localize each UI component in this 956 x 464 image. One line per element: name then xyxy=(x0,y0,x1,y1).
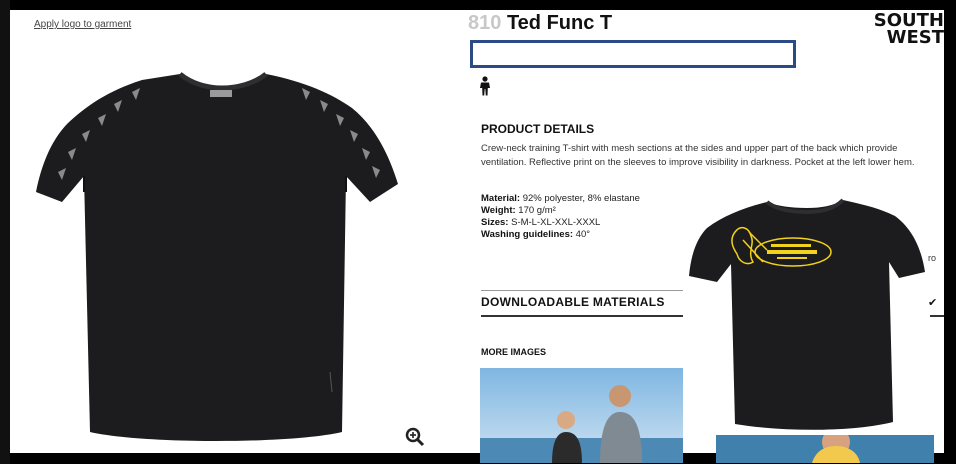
divider xyxy=(930,315,944,317)
product-description: Crew-neck training T-shirt with mesh sec… xyxy=(481,143,915,168)
spec-washing: Washing guidelines: 40° xyxy=(481,229,591,240)
downloadable-materials-toggle[interactable]: DOWNLOADABLE MATERIALS xyxy=(481,295,665,309)
checkmark-icon: ✔ xyxy=(928,297,938,309)
product-title: 810 Ted Func T xyxy=(468,12,612,35)
divider xyxy=(481,290,686,291)
person-icon[interactable] xyxy=(478,76,492,96)
brand-logo[interactable]: SOUTH WEST xyxy=(852,12,944,47)
product-code: 810 xyxy=(468,12,502,34)
screen-left-edge xyxy=(0,0,10,464)
spec-material: Material: 92% polyester, 8% elastane xyxy=(481,193,640,204)
highlight-box xyxy=(470,40,796,68)
apply-logo-link[interactable]: Apply logo to garment xyxy=(34,19,131,30)
spec-weight: Weight: 170 g/m² xyxy=(481,205,556,216)
divider xyxy=(481,315,686,317)
spec-sizes: Sizes: S-M-L-XL-XXL-XXXL xyxy=(481,217,601,228)
product-details-heading: PRODUCT DETAILS xyxy=(481,122,595,136)
product-main-image[interactable] xyxy=(22,52,422,452)
printed-tshirt-overlay-image xyxy=(683,192,935,435)
product-name: Ted Func T xyxy=(506,12,613,34)
tshirt-body xyxy=(36,74,398,441)
cut-off-text: ro xyxy=(928,253,937,263)
product-specs: Material: 92% polyester, 8% elastane Wei… xyxy=(481,193,640,241)
more-images-heading: MORE IMAGES xyxy=(481,347,547,357)
zoom-in-icon[interactable] xyxy=(404,426,426,448)
more-image-thumbnail[interactable] xyxy=(480,368,683,463)
